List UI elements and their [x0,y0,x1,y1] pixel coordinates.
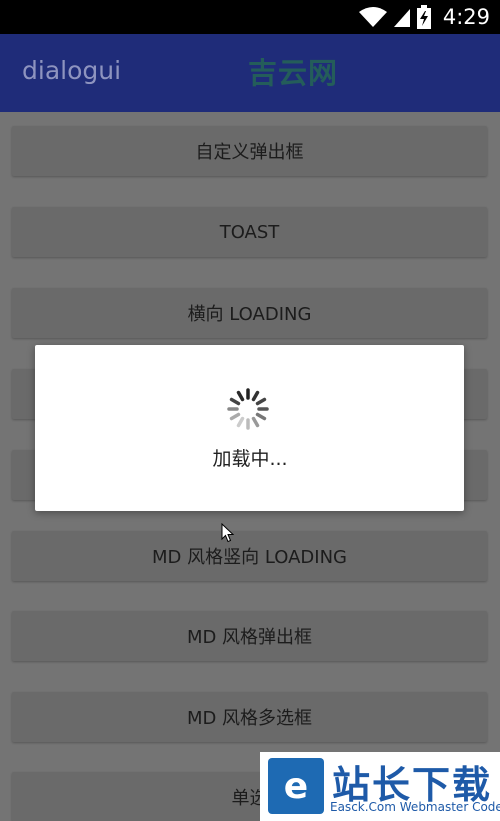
md-vertical-loading-button[interactable]: MD 风格竖向 LOADING [12,531,487,581]
md-multi-choice-button[interactable]: MD 风格多选框 [12,692,487,742]
watermark-logo-text: 吉云网 [248,56,339,90]
signal-icon [393,9,410,27]
custom-dialog-button[interactable]: 自定义弹出框 [12,126,487,176]
status-bar: 4:29 [0,0,500,34]
watermark-logo-icon: e [268,758,324,814]
status-icons: 4:29 [358,0,490,34]
horizontal-loading-button[interactable]: 横向 LOADING [12,288,487,338]
mouse-cursor-icon [221,523,235,543]
status-time: 4:29 [442,5,490,29]
md-dialog-button[interactable]: MD 风格弹出框 [12,611,487,661]
loading-message: 加载中... [212,448,288,470]
loading-spinner-icon [227,388,269,430]
site-watermark: e 站长下载 Easck.Com Webmaster Codes [260,752,500,821]
app-title: dialogui [22,56,122,85]
app-bar: dialogui 吉云网 [0,34,500,112]
watermark-en-text: Easck.Com Webmaster Codes [330,800,500,814]
wifi-icon [358,7,387,27]
toast-button[interactable]: TOAST [12,207,487,257]
battery-icon [416,5,431,29]
